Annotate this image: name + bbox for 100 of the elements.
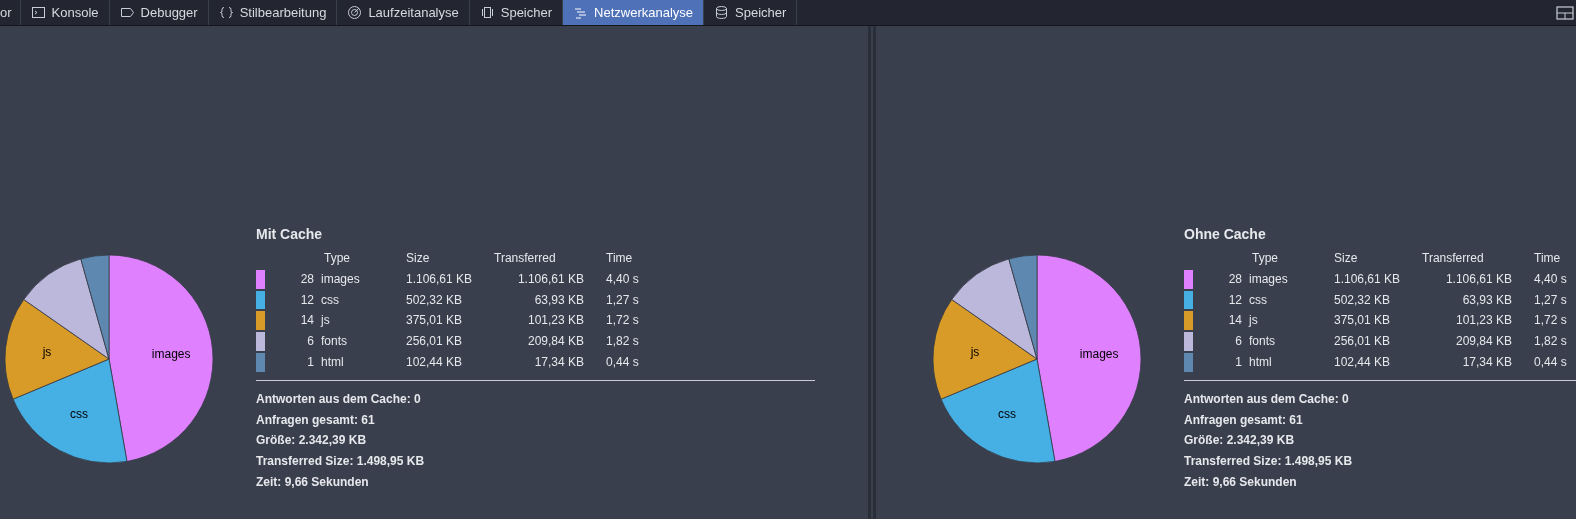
summary-text: Anfragen gesamt: 61 <box>1184 411 1303 429</box>
slice-label: images <box>151 346 191 361</box>
table-cell-text: js <box>319 312 331 330</box>
table-cell-text: 102,44 KB <box>406 354 464 371</box>
table-cell-text: 502,32 KB <box>406 291 464 309</box>
column-header: Transferred <box>494 250 557 267</box>
tab[interactable]: Konsole <box>20 0 110 25</box>
summary-text: Transferred Size: 1.498,95 KB <box>1184 453 1353 471</box>
table-cell-text: html <box>1248 354 1273 371</box>
summary-text: Antworten aus dem Cache: 0 <box>1184 390 1349 408</box>
table-cell-text: 209,84 KB <box>526 333 584 351</box>
pie-slice[interactable] <box>940 358 1056 464</box>
table-cell-text: 102,44 KB <box>1334 354 1392 371</box>
table-cell-text: 1 <box>1234 354 1242 371</box>
database-icon <box>714 5 730 20</box>
table-cell-text: 1,27 s <box>605 291 640 309</box>
table-cell-text: fonts <box>320 333 348 351</box>
table-cell-text: 1.106,61 KB <box>516 270 584 288</box>
table-cell-text: 4,40 s <box>1533 270 1568 288</box>
column-header: Type <box>323 250 351 267</box>
table-cell-text: 101,23 KB <box>526 312 584 330</box>
pie-slice[interactable] <box>23 258 110 360</box>
table-cell-text: 28 <box>1227 270 1242 288</box>
tab[interactable]: Debugger <box>109 0 209 25</box>
table-cell-text: 6 <box>1234 333 1242 351</box>
tab[interactable]: Stilbearbeitung <box>208 0 338 25</box>
table-cell-text: 17,34 KB <box>1461 354 1512 371</box>
table-cell-text: 4,40 s <box>605 270 640 288</box>
table-cell-text: 1 <box>306 354 314 371</box>
summary-text: Transferred Size: 1.498,95 KB <box>256 453 425 471</box>
waterfall-icon <box>573 5 589 20</box>
table-cell-text: 12 <box>299 291 314 309</box>
column-header: Time <box>605 250 634 267</box>
table-cell-text: 1.106,61 KB <box>1444 270 1512 288</box>
summary-text: Zeit: 9,66 Sekunden <box>1184 473 1297 491</box>
table-cell-text: 256,01 KB <box>406 333 464 351</box>
tab[interactable]: Laufzeitanalyse <box>337 0 470 25</box>
braces-icon <box>218 5 234 20</box>
summary-text: Größe: 2.342,39 KB <box>256 432 367 450</box>
table-cell-text: 14 <box>299 312 314 330</box>
table-cell-text: 1.106,61 KB <box>1334 270 1402 288</box>
table-cell-text: 6 <box>306 333 314 351</box>
column-header: Time <box>1533 250 1562 267</box>
table-cell-text: html <box>320 354 345 371</box>
table-cell-text: 101,23 KB <box>1454 312 1512 330</box>
table-cell-text: 1.106,61 KB <box>406 270 474 288</box>
slice-label: js <box>42 345 52 360</box>
table-cell-text: 0,44 s <box>1533 354 1568 371</box>
summary-text: Anfragen gesamt: 61 <box>256 411 375 429</box>
table-cell-text: 0,44 s <box>605 354 640 371</box>
slice-label: css <box>70 406 89 421</box>
tab[interactable]: Speicher <box>704 0 798 25</box>
summary-text: Antworten aus dem Cache: 0 <box>256 390 421 408</box>
slice-label: js <box>970 345 980 360</box>
table-cell-text: 63,93 KB <box>533 291 584 309</box>
pie-slice[interactable] <box>951 258 1038 360</box>
summary-text: Größe: 2.342,39 KB <box>1184 432 1295 450</box>
table-cell-text: images <box>1248 270 1289 288</box>
table-cell-text: 1,72 s <box>605 312 640 330</box>
tab[interactable]: Netzwerkanalyse <box>563 0 705 25</box>
section-title: Mit Cache <box>256 225 324 244</box>
table-cell-text: 1,82 s <box>1533 333 1568 351</box>
table-cell-text: 256,01 KB <box>1334 333 1392 351</box>
table-cell-text: 1,82 s <box>605 333 640 351</box>
console-icon <box>30 5 46 20</box>
table-cell-text: 63,93 KB <box>1461 291 1512 309</box>
pie-slice[interactable] <box>1008 254 1038 360</box>
pie-slice[interactable] <box>932 299 1038 400</box>
column-header: Size <box>406 250 431 267</box>
table-cell-text: 1,27 s <box>1533 291 1568 309</box>
table-cell-text: 14 <box>1227 312 1242 330</box>
table-cell-text: images <box>320 270 361 288</box>
gauge-icon <box>347 5 363 20</box>
table-cell-text: 502,32 KB <box>1334 291 1392 309</box>
pie-slice[interactable] <box>108 254 214 462</box>
pie-slice[interactable] <box>80 254 110 360</box>
section-title: Ohne Cache <box>1184 225 1267 244</box>
pie-slice[interactable] <box>12 358 128 464</box>
summary-text: Zeit: 9,66 Sekunden <box>256 473 369 491</box>
table-cell-text: 12 <box>1227 291 1242 309</box>
table-cell-text: 17,34 KB <box>533 354 584 371</box>
table-cell-text: 375,01 KB <box>1334 312 1392 330</box>
table-cell-text: 209,84 KB <box>1454 333 1512 351</box>
chip-icon <box>479 5 495 20</box>
pie-slice[interactable] <box>1036 254 1142 462</box>
column-header: Type <box>1251 250 1279 267</box>
slice-label: css <box>998 406 1017 421</box>
slice-label: images <box>1079 346 1119 361</box>
split-layout-icon[interactable] <box>1556 5 1574 20</box>
column-header: Size <box>1334 250 1359 267</box>
tab[interactable]: or <box>0 0 21 25</box>
table-cell-text: css <box>1248 291 1268 309</box>
table-cell-text: 1,72 s <box>1533 312 1568 330</box>
table-cell-text: 375,01 KB <box>406 312 464 330</box>
table-cell-text: css <box>320 291 340 309</box>
table-cell-text: 28 <box>299 270 314 288</box>
table-cell-text: js <box>1247 312 1259 330</box>
pie-slice[interactable] <box>4 299 110 400</box>
tag-icon <box>119 5 135 20</box>
column-header: Transferred <box>1422 250 1485 267</box>
